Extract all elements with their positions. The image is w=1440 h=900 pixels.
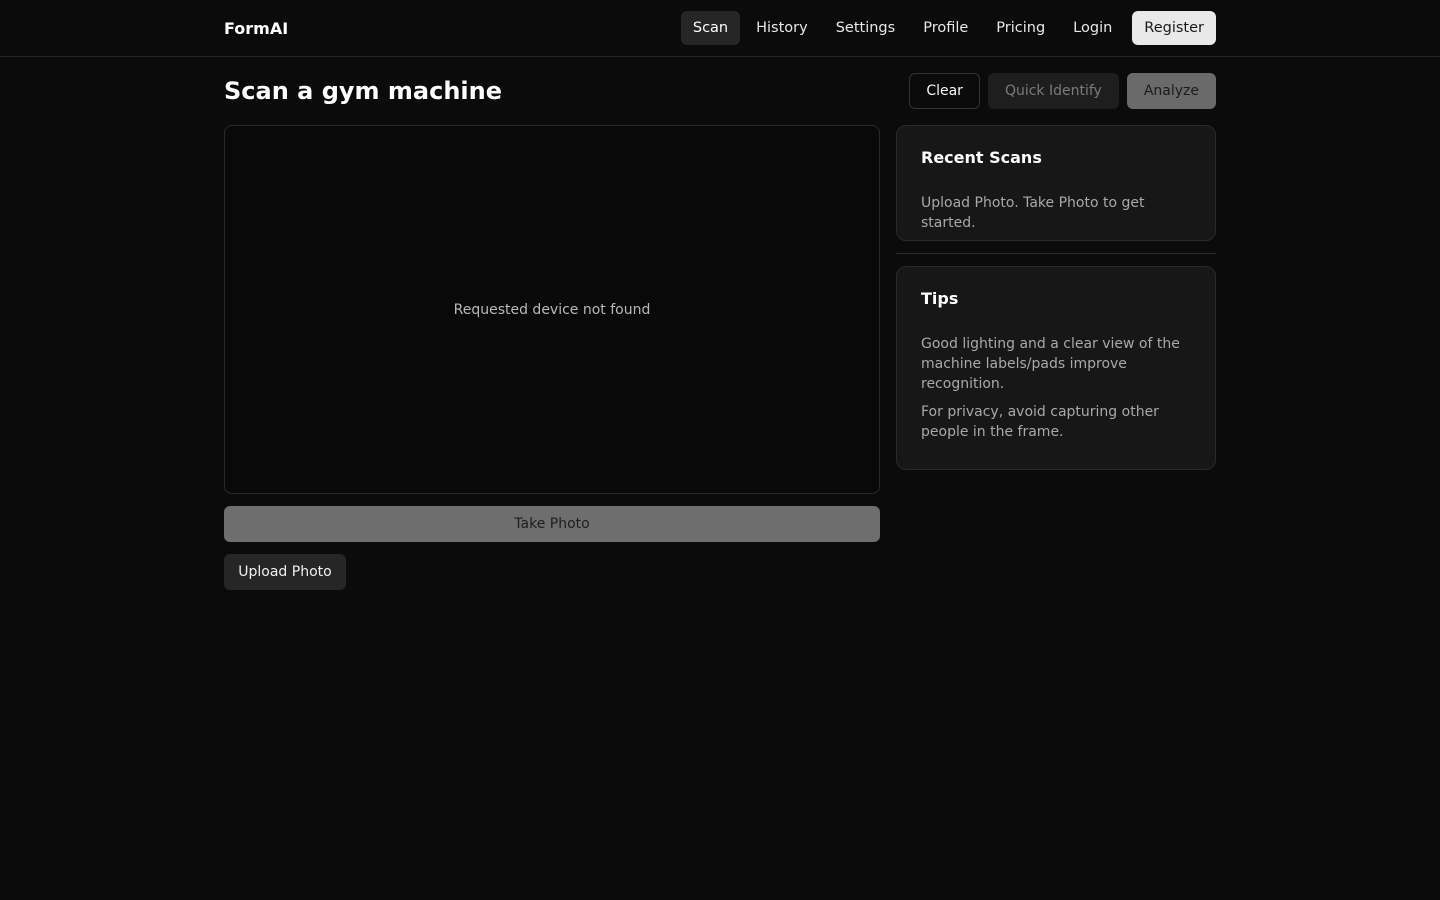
page-title: Scan a gym machine — [224, 77, 502, 105]
recent-scans-empty-text: Upload Photo. Take Photo to get started. — [921, 195, 1145, 231]
page-header: Scan a gym machine Clear Quick Identify … — [224, 73, 1216, 109]
tips-card: Tips Good lighting and a clear view of t… — [896, 266, 1216, 470]
camera-error-message: Requested device not found — [453, 301, 651, 318]
top-navbar: FormAI Scan History Settings Profile Pri… — [0, 0, 1440, 57]
brand-logo[interactable]: FormAI — [224, 19, 288, 38]
sidebar-divider — [896, 253, 1216, 254]
tip-item: For privacy, avoid capturing other peopl… — [921, 404, 1159, 440]
quick-identify-button[interactable]: Quick Identify — [987, 73, 1119, 109]
nav-item-settings[interactable]: Settings — [824, 11, 907, 45]
recent-scans-title: Recent Scans — [921, 148, 1042, 167]
nav-item-scan[interactable]: Scan — [680, 11, 741, 45]
upload-photo-button[interactable]: Upload Photo — [224, 554, 346, 590]
take-photo-button[interactable]: Take Photo — [224, 506, 880, 542]
tip-item: Good lighting and a clear view of the ma… — [921, 336, 1180, 392]
nav-item-pricing[interactable]: Pricing — [984, 11, 1057, 45]
recent-scans-card: Recent Scans Upload Photo. Take Photo to… — [896, 125, 1216, 241]
navbar-inner: FormAI Scan History Settings Profile Pri… — [224, 0, 1216, 56]
tips-title: Tips — [921, 289, 959, 308]
camera-preview: Requested device not found — [224, 125, 880, 494]
analyze-button[interactable]: Analyze — [1126, 73, 1216, 109]
nav-item-profile[interactable]: Profile — [911, 11, 980, 45]
nav-item-history[interactable]: History — [744, 11, 820, 45]
clear-button[interactable]: Clear — [909, 73, 980, 109]
nav-links: Scan History Settings Profile Pricing Lo… — [680, 11, 1216, 45]
header-actions: Clear Quick Identify Analyze — [909, 73, 1216, 109]
register-button[interactable]: Register — [1132, 11, 1216, 45]
nav-item-login[interactable]: Login — [1061, 11, 1124, 45]
